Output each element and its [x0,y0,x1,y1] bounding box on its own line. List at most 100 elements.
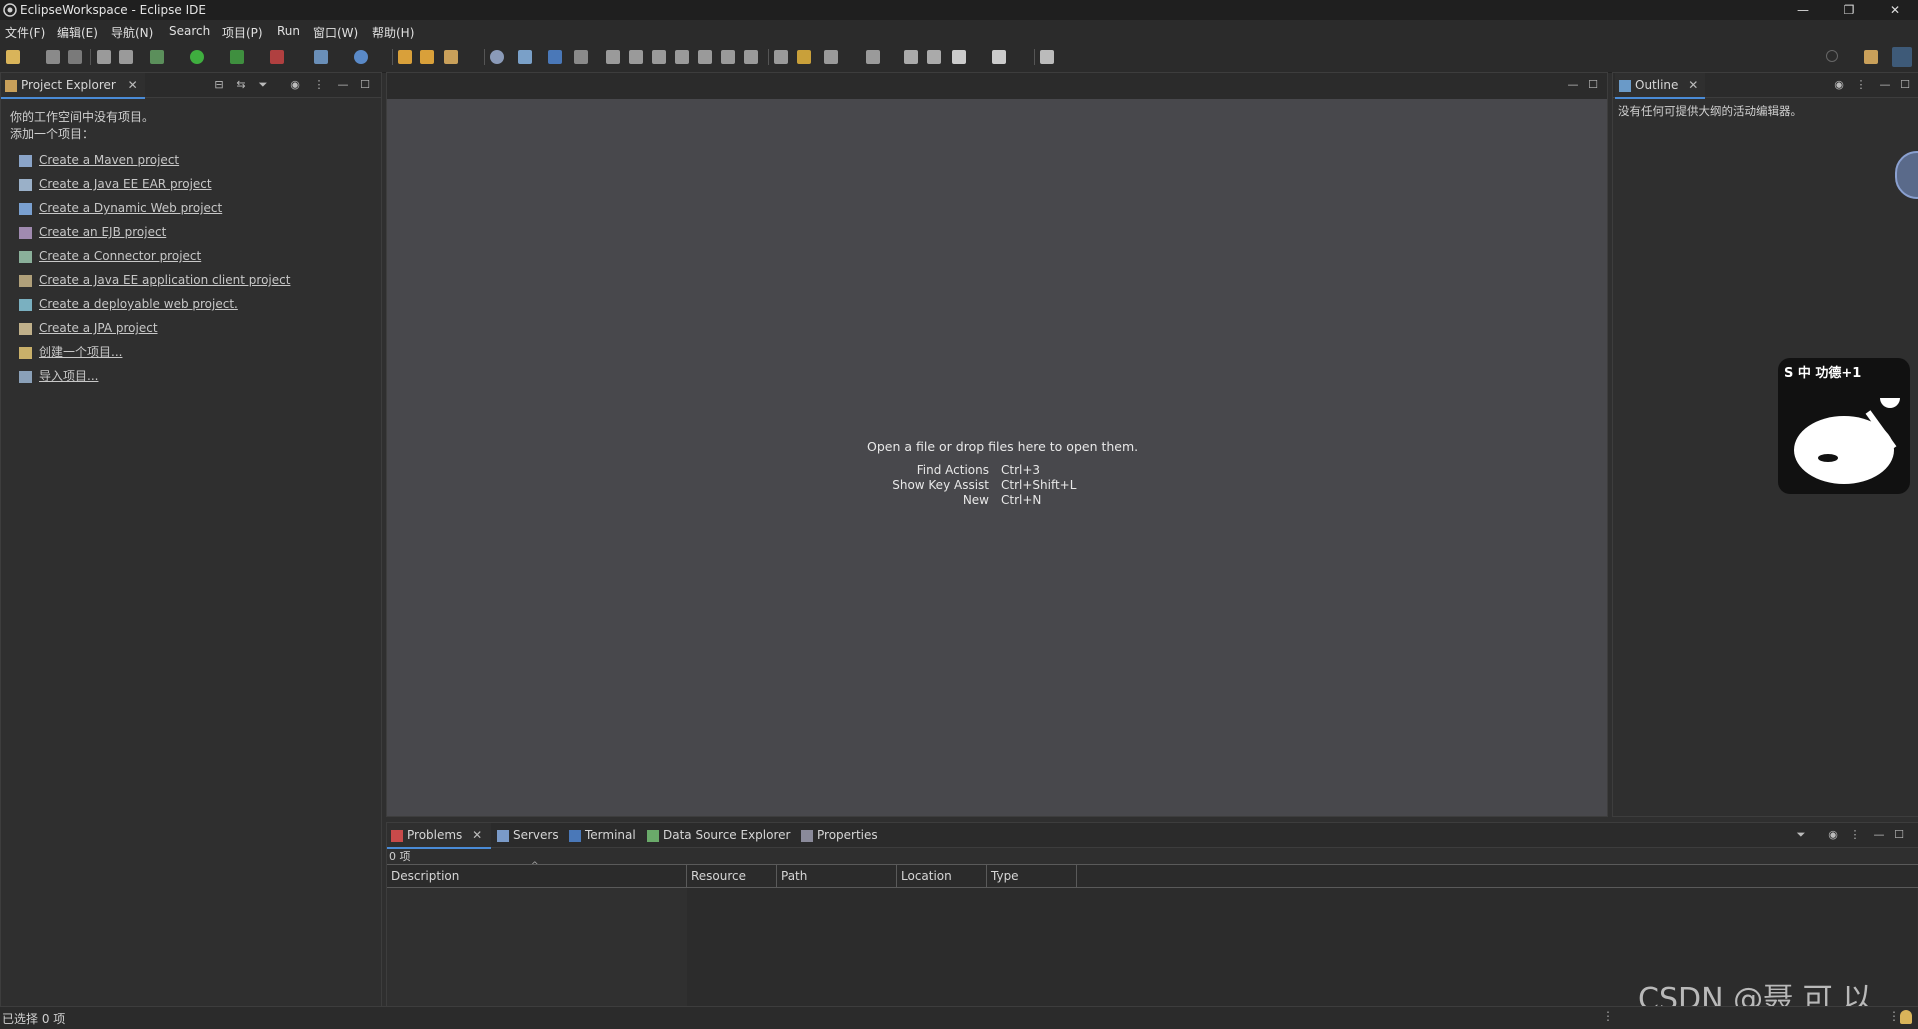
forward-history-icon[interactable] [927,50,941,64]
resume-icon[interactable] [606,50,620,64]
link-label[interactable]: Create a deployable web project. [39,297,238,311]
menu-file[interactable]: 文件(F) [5,24,45,41]
step-over-icon[interactable] [721,50,735,64]
focus-icon[interactable]: ◉ [1833,79,1845,91]
view-menu-icon[interactable]: ⋮ [313,79,325,91]
skip-breakpoints-icon[interactable] [574,50,588,64]
close-icon[interactable]: ✕ [1688,78,1698,92]
suspend-icon[interactable] [629,50,643,64]
back-icon[interactable] [952,50,966,64]
close-icon[interactable]: ✕ [128,78,138,92]
menu-navigate[interactable]: 导航(N) [111,24,153,41]
redo-icon[interactable] [119,50,133,64]
tab-servers[interactable]: Servers [497,823,559,847]
link-label[interactable]: Create an EJB project [39,225,166,239]
view-menu-icon[interactable]: ⋮ [1849,829,1861,841]
menu-window[interactable]: 窗口(W) [313,24,358,41]
tab-outline[interactable]: Outline ✕ [1615,73,1705,99]
view-menu-icon[interactable]: ⋮ [1855,79,1867,91]
column-location[interactable]: Location [897,865,987,887]
next-annotation-icon[interactable] [774,50,788,64]
run-icon[interactable] [190,50,204,64]
synchronize-icon[interactable] [518,50,532,64]
step-into-icon[interactable] [698,50,712,64]
close-window-button[interactable]: ✕ [1872,0,1918,20]
globe-icon[interactable] [490,50,504,64]
link-create-dynamic-web-project[interactable]: Create a Dynamic Web project [19,199,222,217]
link-create-project[interactable]: 创建一个项目... [19,343,122,361]
save-icon[interactable] [46,50,60,64]
save-all-icon[interactable] [68,50,82,64]
new-server-icon[interactable] [314,50,328,64]
link-label[interactable]: Create a Dynamic Web project [39,201,222,215]
link-create-ejb-project[interactable]: Create an EJB project [19,223,166,241]
column-type[interactable]: Type [987,865,1077,887]
menu-edit[interactable]: 编辑(E) [57,24,98,41]
focus-icon[interactable]: ◉ [1827,829,1839,841]
disconnect-icon[interactable] [675,50,689,64]
focus-icon[interactable]: ◉ [289,79,301,91]
tab-terminal[interactable]: Terminal [569,823,636,847]
maximize-icon[interactable]: ☐ [1899,79,1911,91]
link-create-app-client-project[interactable]: Create a Java EE application client proj… [19,271,290,289]
undo-icon[interactable] [97,50,111,64]
search-icon[interactable] [1826,50,1838,62]
floating-assistant-icon[interactable] [1895,151,1918,199]
editor-area[interactable]: — ☐ Open a file or drop files here to op… [386,72,1608,817]
tip-lightbulb-icon[interactable] [1900,1010,1912,1024]
link-label[interactable]: Create a Connector project [39,249,201,263]
external-tools-icon[interactable] [270,50,284,64]
minimize-icon[interactable]: — [1873,829,1885,841]
menu-project[interactable]: 项目(P) [222,24,263,41]
last-edit-location-icon[interactable] [824,50,838,64]
minimize-icon[interactable]: — [337,79,349,91]
tab-project-explorer[interactable]: Project Explorer ✕ [1,73,145,99]
toggle-view-icon[interactable] [548,50,562,64]
link-label[interactable]: Create a JPA project [39,321,158,335]
filter-icon[interactable]: ⏷ [1795,829,1807,841]
new-icon[interactable] [6,50,20,64]
editor-minimize-icon[interactable]: — [1567,79,1579,91]
minimize-window-button[interactable]: — [1780,0,1826,20]
close-icon[interactable]: ✕ [472,828,482,842]
debug-icon[interactable] [150,50,164,64]
run-coverage-icon[interactable] [230,50,244,64]
minimize-icon[interactable]: — [1879,79,1891,91]
maximize-icon[interactable]: ☐ [1893,829,1905,841]
link-create-connector-project[interactable]: Create a Connector project [19,247,201,265]
previous-annotation-icon[interactable] [797,50,811,64]
column-path[interactable]: Path [777,865,897,887]
link-create-jpa-project[interactable]: Create a JPA project [19,319,158,337]
link-label[interactable]: Create a Maven project [39,153,179,167]
editor-maximize-icon[interactable]: ☐ [1587,79,1599,91]
status-menu-icon[interactable]: ⋮ [1888,1009,1900,1023]
link-with-editor-icon[interactable]: ⇆ [235,79,247,91]
editor-drop-area[interactable]: Open a file or drop files here to open t… [387,99,1607,816]
search-tool-icon[interactable] [444,50,458,64]
open-resource-icon[interactable] [420,50,434,64]
link-import-project[interactable]: 导入项目... [19,367,98,385]
menu-help[interactable]: 帮助(H) [372,24,414,41]
terminal-icon[interactable] [1040,50,1054,64]
link-label[interactable]: 创建一个项目... [39,345,122,359]
link-label[interactable]: Create a Java EE EAR project [39,177,212,191]
web-browser-icon[interactable] [354,50,368,64]
collapse-all-icon[interactable]: ⊟ [213,79,225,91]
forward-icon[interactable] [992,50,1006,64]
link-create-deployable-web-project[interactable]: Create a deployable web project. [19,295,238,313]
open-perspective-icon[interactable] [1864,50,1878,64]
link-label[interactable]: 导入项目... [39,369,98,383]
link-label[interactable]: Create a Java EE application client proj… [39,273,290,287]
back-history-icon[interactable] [904,50,918,64]
link-create-maven-project[interactable]: Create a Maven project [19,151,179,169]
maximize-icon[interactable]: ☐ [359,79,371,91]
column-resource[interactable]: Resource [687,865,777,887]
filter-icon[interactable]: ⏷ [257,79,269,91]
link-create-ear-project[interactable]: Create a Java EE EAR project [19,175,212,193]
restore-window-button[interactable]: ❐ [1826,0,1872,20]
open-type-icon[interactable] [398,50,412,64]
terminate-icon[interactable] [652,50,666,64]
step-return-icon[interactable] [744,50,758,64]
pin-editor-icon[interactable] [866,50,880,64]
menu-run[interactable]: Run [277,24,300,38]
